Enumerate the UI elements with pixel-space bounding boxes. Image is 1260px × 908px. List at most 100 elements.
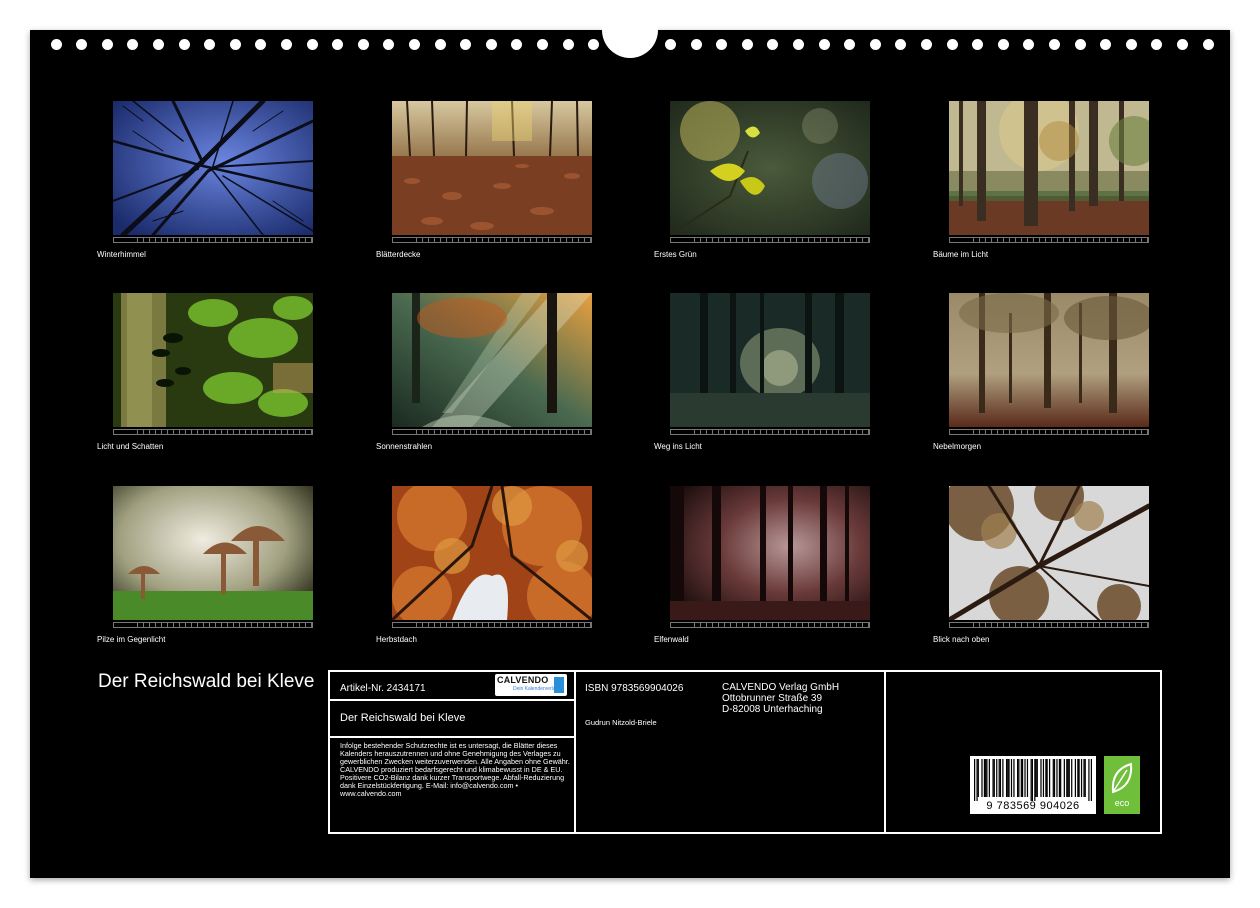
barcode-bar xyxy=(1008,759,1010,797)
barcode-bar xyxy=(1048,759,1051,797)
binding-hole xyxy=(229,39,241,50)
barcode-bar xyxy=(1021,759,1024,797)
barcode-bar xyxy=(1020,759,1022,797)
barcode-bar xyxy=(1060,759,1062,797)
tile-caption: Sonnenstrahlen xyxy=(376,442,433,451)
binding-hole xyxy=(101,39,113,50)
binding-hole xyxy=(511,39,523,50)
photo-sonnenstrahlen xyxy=(392,293,592,427)
binding-hole xyxy=(588,39,600,50)
barcode-bar xyxy=(1056,759,1058,797)
binding-hole xyxy=(1176,39,1188,50)
photo-baeume-im-licht xyxy=(949,101,1149,235)
barcode-bar xyxy=(1088,759,1090,801)
binding-hole xyxy=(1074,39,1086,50)
binding-hole xyxy=(562,39,574,50)
barcode-bar xyxy=(988,759,990,797)
barcode-bar xyxy=(1063,759,1065,797)
binding-hole xyxy=(50,39,62,50)
barcode-bar xyxy=(1010,759,1013,797)
binding-hole xyxy=(485,39,497,50)
photo-elfenwald xyxy=(670,486,870,620)
barcode-bar xyxy=(986,759,988,797)
tile-caption: Weg ins Licht xyxy=(654,442,702,451)
barcode-bar xyxy=(1030,759,1032,801)
date-grid xyxy=(949,429,1149,435)
calendar-back-page: Winterhimmel Blätterdecke Erstes Grün Bä… xyxy=(30,2,1230,878)
barcode-bar xyxy=(1083,759,1085,797)
barcode-bar xyxy=(1024,759,1026,797)
binding-hole xyxy=(1125,39,1137,50)
barcode-bar xyxy=(1074,759,1077,797)
publisher-city: D-82008 Unterhaching xyxy=(722,704,823,715)
date-grid xyxy=(670,622,870,628)
divider xyxy=(884,672,886,832)
barcode-bar xyxy=(1058,759,1061,797)
barcode-bar xyxy=(1045,759,1047,797)
barcode-bar xyxy=(1002,759,1004,797)
binding-hole xyxy=(741,39,753,50)
binding-hole xyxy=(664,39,676,50)
date-grid xyxy=(113,429,313,435)
barcode-bar xyxy=(996,759,998,797)
binding-hole xyxy=(1151,39,1163,50)
barcode-bar xyxy=(983,759,986,797)
calvendo-mark-icon xyxy=(554,677,564,693)
binding-hole xyxy=(1202,39,1214,50)
binding-hole xyxy=(408,39,420,50)
binding-hole xyxy=(332,39,344,50)
barcode-bar xyxy=(992,759,994,797)
date-grid xyxy=(670,429,870,435)
barcode-bars xyxy=(974,759,1092,801)
article-number: Artikel-Nr. 2434171 xyxy=(340,683,426,694)
barcode-bar xyxy=(981,759,983,797)
barcode-bar xyxy=(1077,759,1079,797)
author: Gudrun Nitzold-Briele xyxy=(585,718,657,727)
photo-blick-nach-oben xyxy=(949,486,1149,620)
publisher-street: Ottobrunner Straße 39 xyxy=(722,693,823,704)
tile-caption: Licht und Schatten xyxy=(97,442,164,451)
barcode-bar xyxy=(1035,759,1037,797)
binding-hole xyxy=(869,39,881,50)
binding-hole xyxy=(972,39,984,50)
date-grid xyxy=(949,622,1149,628)
barcode-bar xyxy=(985,759,987,797)
binding-hole xyxy=(792,39,804,50)
barcode-bar xyxy=(1090,759,1092,801)
calendar-title: Der Reichswald bei Kleve xyxy=(98,671,315,692)
binding-hole xyxy=(460,39,472,50)
photo-weg-ins-licht xyxy=(670,293,870,427)
binding-hole xyxy=(1023,39,1035,50)
barcode-bar xyxy=(1031,759,1033,801)
binding-hole xyxy=(357,39,369,50)
binding-hole xyxy=(434,39,446,50)
photo-winterhimmel xyxy=(113,101,313,235)
barcode-bar xyxy=(977,759,979,797)
date-grid xyxy=(670,237,870,243)
binding-hole xyxy=(767,39,779,50)
barcode-number: 9 783569 904026 xyxy=(986,800,1080,812)
binding-hole xyxy=(1100,39,1112,50)
divider xyxy=(330,736,574,738)
barcode-bar xyxy=(1026,759,1029,797)
barcode-bar xyxy=(999,759,1002,797)
hanger-cutout xyxy=(602,2,658,58)
barcode-bar xyxy=(993,759,995,797)
barcode: 9 783569 904026 xyxy=(970,756,1096,814)
tile-caption: Winterhimmel xyxy=(97,250,146,259)
barcode-bar xyxy=(1036,759,1038,797)
barcode-bar xyxy=(998,759,1000,797)
barcode-bar xyxy=(976,759,978,801)
tile-caption: Blick nach oben xyxy=(933,635,990,644)
info-box: Artikel-Nr. 2434171 CALVENDO Dein Kalend… xyxy=(328,670,1162,834)
binding-hole xyxy=(997,39,1009,50)
barcode-bar xyxy=(1078,759,1080,797)
legal-text: Infolge bestehender Schutzrechte ist es … xyxy=(340,741,570,798)
photo-erstes-gruen xyxy=(670,101,870,235)
barcode-bar xyxy=(1013,759,1015,797)
publisher-name: CALVENDO Verlag GmbH xyxy=(722,682,840,693)
isbn: ISBN 9783569904026 xyxy=(585,683,684,694)
barcode-bar xyxy=(1067,759,1069,797)
binding-hole xyxy=(204,39,216,50)
barcode-bar xyxy=(1071,759,1073,797)
